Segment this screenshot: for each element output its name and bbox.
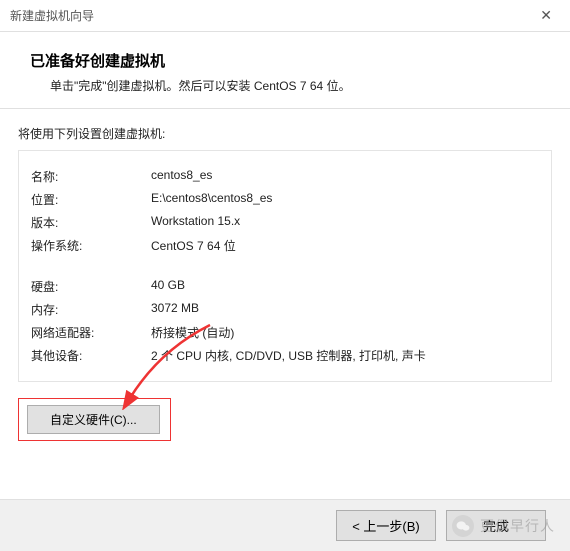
- disk-label: 硬盘:: [27, 275, 147, 298]
- os-value: CentOS 7 64 位: [147, 234, 543, 257]
- back-button[interactable]: < 上一步(B): [336, 510, 436, 541]
- other-value: 2 个 CPU 内核, CD/DVD, USB 控制器, 打印机, 声卡: [147, 344, 543, 367]
- version-label: 版本:: [27, 211, 147, 234]
- name-label: 名称:: [27, 165, 147, 188]
- row-memory: 内存: 3072 MB: [27, 298, 543, 321]
- row-version: 版本: Workstation 15.x: [27, 211, 543, 234]
- row-network: 网络适配器: 桥接模式 (自动): [27, 321, 543, 344]
- network-label: 网络适配器:: [27, 321, 147, 344]
- watermark-text: 更俱早行人: [480, 516, 555, 536]
- watermark: 更俱早行人: [452, 515, 555, 537]
- wechat-icon: [452, 515, 474, 537]
- row-other: 其他设备: 2 个 CPU 内核, CD/DVD, USB 控制器, 打印机, …: [27, 344, 543, 367]
- row-location: 位置: E:\centos8\centos8_es: [27, 188, 543, 211]
- location-value: E:\centos8\centos8_es: [147, 188, 543, 211]
- disk-value: 40 GB: [147, 275, 543, 298]
- memory-label: 内存:: [27, 298, 147, 321]
- content-area: 将使用下列设置创建虚拟机: 名称: centos8_es 位置: E:\cent…: [0, 109, 570, 441]
- memory-value: 3072 MB: [147, 298, 543, 321]
- close-icon[interactable]: ✕: [532, 3, 560, 28]
- settings-box: 名称: centos8_es 位置: E:\centos8\centos8_es…: [18, 150, 552, 382]
- row-os: 操作系统: CentOS 7 64 位: [27, 234, 543, 257]
- os-label: 操作系统:: [27, 234, 147, 257]
- name-value: centos8_es: [147, 165, 543, 188]
- wizard-header: 已准备好创建虚拟机 单击"完成"创建虚拟机。然后可以安装 CentOS 7 64…: [0, 32, 570, 109]
- page-title: 已准备好创建虚拟机: [30, 50, 540, 71]
- row-disk: 硬盘: 40 GB: [27, 275, 543, 298]
- page-subtitle: 单击"完成"创建虚拟机。然后可以安装 CentOS 7 64 位。: [30, 77, 540, 94]
- window-title: 新建虚拟机向导: [10, 7, 94, 24]
- customize-highlight: 自定义硬件(C)...: [18, 398, 171, 441]
- settings-label: 将使用下列设置创建虚拟机:: [18, 125, 552, 142]
- location-label: 位置:: [27, 188, 147, 211]
- network-value: 桥接模式 (自动): [147, 321, 543, 344]
- other-label: 其他设备:: [27, 344, 147, 367]
- titlebar: 新建虚拟机向导 ✕: [0, 0, 570, 32]
- customize-hardware-button[interactable]: 自定义硬件(C)...: [27, 405, 160, 434]
- version-value: Workstation 15.x: [147, 211, 543, 234]
- settings-table: 名称: centos8_es 位置: E:\centos8\centos8_es…: [27, 165, 543, 367]
- row-name: 名称: centos8_es: [27, 165, 543, 188]
